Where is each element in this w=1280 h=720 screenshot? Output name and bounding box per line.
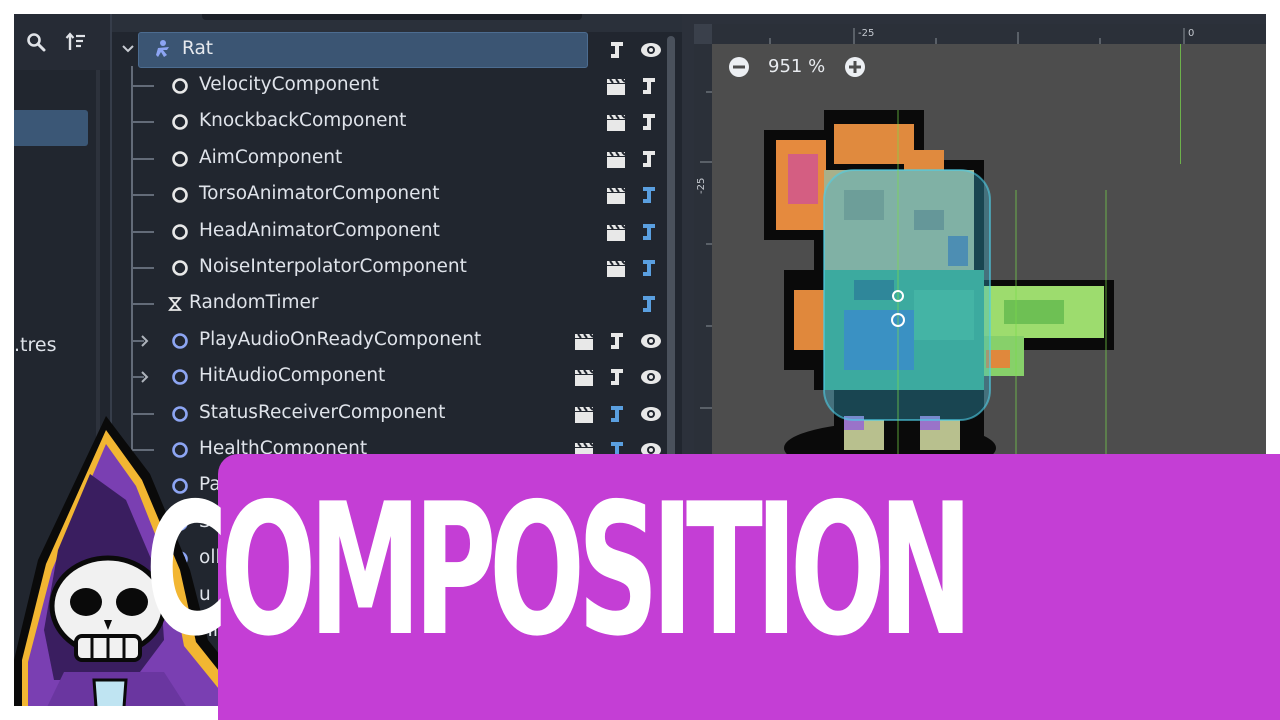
node-label: AimComponent [199,146,343,168]
zoom-out-icon[interactable] [728,56,750,78]
search-button[interactable] [22,28,50,56]
script-icon[interactable] [640,185,658,205]
node-label: VelocityComponent [199,74,379,95]
visibility-eye-icon[interactable] [640,368,662,386]
clapperboard-icon[interactable] [574,405,594,424]
scene-tree-row[interactable]: PlayAudioOnReadyComponent [112,323,668,359]
horizontal-ruler: -25 0 [694,24,1266,44]
sort-button[interactable] [62,28,90,56]
filesystem-toolbar [14,14,110,70]
node2d-circle-icon [172,332,188,349]
node-circle-icon [172,78,188,94]
scene-root-label: Rat [182,38,214,59]
character-body-icon [156,40,169,57]
scene-tree-row[interactable]: NoiseInterpolatorComponent [112,250,668,286]
clapperboard-icon[interactable] [574,333,594,351]
node-label: RandomTimer [189,292,319,314]
script-icon[interactable] [608,367,626,387]
scene-tree-scrollbar[interactable] [667,36,675,476]
selected-file-row[interactable] [14,110,88,146]
node-label: HeadAnimatorComponent [199,219,440,241]
scene-tree-row[interactable]: TorsoAnimatorComponent [112,177,668,213]
script-icon[interactable] [608,331,626,351]
scene-tree-row[interactable]: VelocityComponent [112,68,668,104]
file-item-label[interactable]: .tres [14,334,56,356]
rat-sprite[interactable] [754,110,1134,480]
script-icon[interactable] [608,40,626,60]
script-icon[interactable] [640,112,658,132]
expand-arrow-icon[interactable] [140,335,150,347]
scene-tree-row[interactable]: AimComponent [112,141,668,177]
node-label: TorsoAnimatorComponent [199,183,440,205]
scene-tree-row[interactable]: HeadAnimatorComponent [112,214,668,250]
sort-icon [65,32,85,50]
scene-tree-row[interactable]: HitAudioComponent [112,359,668,395]
clapperboard-icon[interactable] [606,187,626,205]
zoom-in-icon[interactable] [844,56,866,78]
ruler-label-vertical: -25 [696,177,707,194]
node-circle-icon [172,223,188,240]
script-icon[interactable] [640,149,658,169]
clapperboard-icon[interactable] [606,151,626,169]
collapse-arrow-icon[interactable] [122,44,134,54]
clapperboard-icon[interactable] [606,223,626,242]
scene-tree-row[interactable]: KnockbackComponent [112,104,668,140]
clapperboard-icon[interactable] [574,369,594,387]
visibility-eye-icon[interactable] [640,332,662,350]
script-icon[interactable] [608,404,626,424]
node-circle-icon [172,114,188,131]
clapperboard-icon[interactable] [606,78,626,96]
node-label: HitAudioComponent [199,365,386,387]
video-title: COMPOSITION [145,464,973,676]
script-icon[interactable] [640,258,658,278]
ruler-label-right: 0 [1188,28,1195,39]
scene-tree-header [112,14,682,32]
script-icon[interactable] [640,222,658,242]
node-circle-icon [172,260,188,276]
clapperboard-icon[interactable] [606,260,626,278]
search-icon [27,33,46,52]
script-icon[interactable] [640,294,658,314]
visibility-eye-icon[interactable] [640,41,662,59]
expand-arrow-icon[interactable] [140,371,150,383]
node-circle-icon [172,150,188,167]
timer-icon [168,297,182,312]
ruler-label-left: -25 [858,28,875,39]
visibility-eye-icon[interactable] [640,405,662,423]
node-label: NoiseInterpolatorComponent [199,256,467,277]
scene-tree-row[interactable]: RandomTimer [112,286,668,322]
script-icon[interactable] [640,76,658,96]
zoom-level[interactable]: 951 % [768,56,825,77]
node-label: PlayAudioOnReadyComponent [199,328,482,350]
clapperboard-icon[interactable] [606,114,626,132]
node-label: KnockbackComponent [199,110,407,132]
node2d-circle-icon [172,369,188,385]
node-circle-icon [172,187,188,203]
